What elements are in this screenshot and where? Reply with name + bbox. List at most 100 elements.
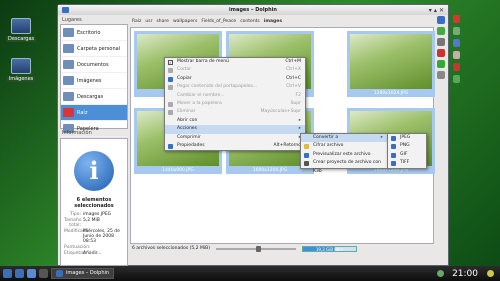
menu-item-copiar[interactable]: Copiar Ctrl+C [165,75,305,83]
minimize-icon[interactable]: ▾ [429,7,432,14]
dolphin-launcher-icon[interactable] [15,269,24,278]
place-raiz[interactable]: Raíz [61,105,127,121]
toolbar-icon[interactable] [437,16,445,24]
menu-item-gif[interactable]: GIF [388,151,426,159]
places-header: Lugares [62,17,82,23]
task-button-dolphin[interactable]: images – Dolphin [51,268,115,279]
paste-icon [168,85,173,91]
pager-icon[interactable] [39,269,48,278]
toolbar-icon[interactable] [437,71,445,79]
menu-item-cifrar[interactable]: Cifrar archivo [301,142,387,150]
folder-icon [11,58,31,74]
window-controls: ▾ ▴ ✕ [429,6,444,16]
breadcrumb-item[interactable]: usr [145,19,152,24]
menu-item-renombrar[interactable]: Cambiar el nombre... F2 [165,92,305,100]
place-label: Descargas [77,93,104,100]
breadcrumb-item[interactable]: Fields_of_Peace [201,19,236,24]
clock[interactable]: 21:00 [452,269,478,279]
image-icon [391,152,396,158]
desktop-icon [63,28,74,37]
delete-icon [168,110,173,116]
konqueror-launcher-icon[interactable] [27,269,36,278]
k3b-icon [304,161,309,167]
place-documentos[interactable]: Documentos [61,57,127,73]
breadcrumb-item[interactable]: Raíz [132,19,141,24]
widget-icon[interactable] [453,63,460,71]
places-list: Escritorio Carpeta personal Documentos I… [60,24,128,137]
menu-item-mostrar-barra[interactable]: ✓ Mostrar barra de menú Ctrl+M [165,58,305,66]
thumbnail-image [350,34,432,89]
zoom-slider-handle[interactable] [255,245,261,252]
tray-icon[interactable] [437,270,444,277]
desktop-icon-descargas[interactable]: Descargas [6,18,37,42]
toolbar-icon[interactable] [437,38,445,46]
menu-item-eliminar[interactable]: Eliminar Mayúsculas+Supr [165,108,305,116]
zoom-slider[interactable] [215,245,296,252]
window-title: images – Dolphin [229,7,277,13]
toolbar-icon[interactable] [437,49,445,57]
statusbar: 6 archivos seleccionados (5,2 MiB) 19,3 … [130,244,434,253]
context-menu: ✓ Mostrar barra de menú Ctrl+M Cortar Ctrl+… [164,57,306,152]
thumbnail-caption: 1440x900.JPG [162,168,194,173]
tray-icon[interactable] [487,270,494,277]
breadcrumb-item[interactable]: wallpapers [173,19,197,24]
menu-item-png[interactable]: PNG [388,142,426,150]
toolbar-icon[interactable] [437,60,445,68]
widget-icon[interactable] [453,27,460,35]
place-escritorio[interactable]: Escritorio [61,25,127,41]
free-space-label: 19,3 GiB libre [315,246,344,252]
lock-icon [304,144,309,150]
menu-item-convertir-a[interactable]: Convertir a ▸ [301,134,387,143]
home-icon [63,44,74,53]
menu-item-previsualizar[interactable]: Previsualizar este archivo [301,151,387,159]
thumbnail-caption: 1280x1024.JPG [373,91,409,96]
place-label: Raíz [77,109,88,116]
free-space-bar: 19,3 GiB libre [301,245,357,252]
root-folder-icon [63,108,74,117]
place-label: Escritorio [77,29,101,36]
info-icon: i [74,151,114,191]
status-text: 6 archivos seleccionados (5,2 MiB) [132,246,210,251]
place-imagenes[interactable]: Imágenes [61,73,127,89]
chevron-right-icon: ▸ [298,117,301,123]
toolbar-icon[interactable] [437,27,445,35]
close-icon[interactable]: ✕ [439,7,444,14]
info-title: 6 elementos seleccionados [74,197,114,209]
breadcrumb-current[interactable]: images [264,19,282,24]
widget-icon[interactable] [453,51,460,59]
trash-icon [168,101,173,107]
preview-icon [304,152,309,158]
menu-item-comprimir[interactable]: Comprimir▸ [165,134,305,142]
menu-item-k3b[interactable]: Crear proyecto de archivo con K3b [301,159,387,174]
place-label: Imágenes [77,77,102,84]
info-row: Puntuación: [64,245,91,250]
breadcrumb-item[interactable]: contents [240,19,260,24]
breadcrumb-item[interactable]: share [156,19,168,24]
desktop-icon-imagenes[interactable]: Imágenes [6,58,36,82]
menu-item-cortar[interactable]: Cortar Ctrl+X [165,66,305,74]
menu-item-papelera[interactable]: Mover a la papelera Supr [165,100,305,108]
place-descargas[interactable]: Descargas [61,89,127,105]
menu-item-pegar[interactable]: Pegar contenido del portapapeles... Ctrl+… [165,83,305,91]
window-titlebar[interactable]: images – Dolphin ▾ ▴ ✕ [58,5,448,15]
place-label: Documentos [77,61,109,68]
widget-icon[interactable] [453,39,460,47]
kde-menu-icon[interactable] [3,269,12,278]
widget-icon[interactable] [453,75,460,83]
menu-item-propiedades[interactable]: Propiedades Alt+Retorno [165,142,305,150]
image-icon [391,161,396,167]
place-label: Carpeta personal [77,45,121,52]
folder-icon [11,18,31,34]
menu-item-jpeg[interactable]: JPEG [388,134,426,142]
maximize-icon[interactable]: ▴ [434,7,437,14]
menu-item-acciones[interactable]: Acciones ▸ [165,125,305,134]
folder-icon [63,76,74,85]
menu-item-tiff[interactable]: TIFF [388,159,426,167]
breadcrumb: Raíz usr share wallpapers Fields_of_Peac… [130,16,434,26]
right-toolbar [435,16,447,253]
info-row: Tamaño total: 5,2 MiB [64,218,100,228]
widget-icon[interactable] [453,15,460,23]
thumbnail[interactable]: 1280x1024.JPG [347,31,435,97]
menu-item-abrir-con[interactable]: Abrir con ▸ [165,117,305,125]
place-carpeta-personal[interactable]: Carpeta personal [61,41,127,57]
